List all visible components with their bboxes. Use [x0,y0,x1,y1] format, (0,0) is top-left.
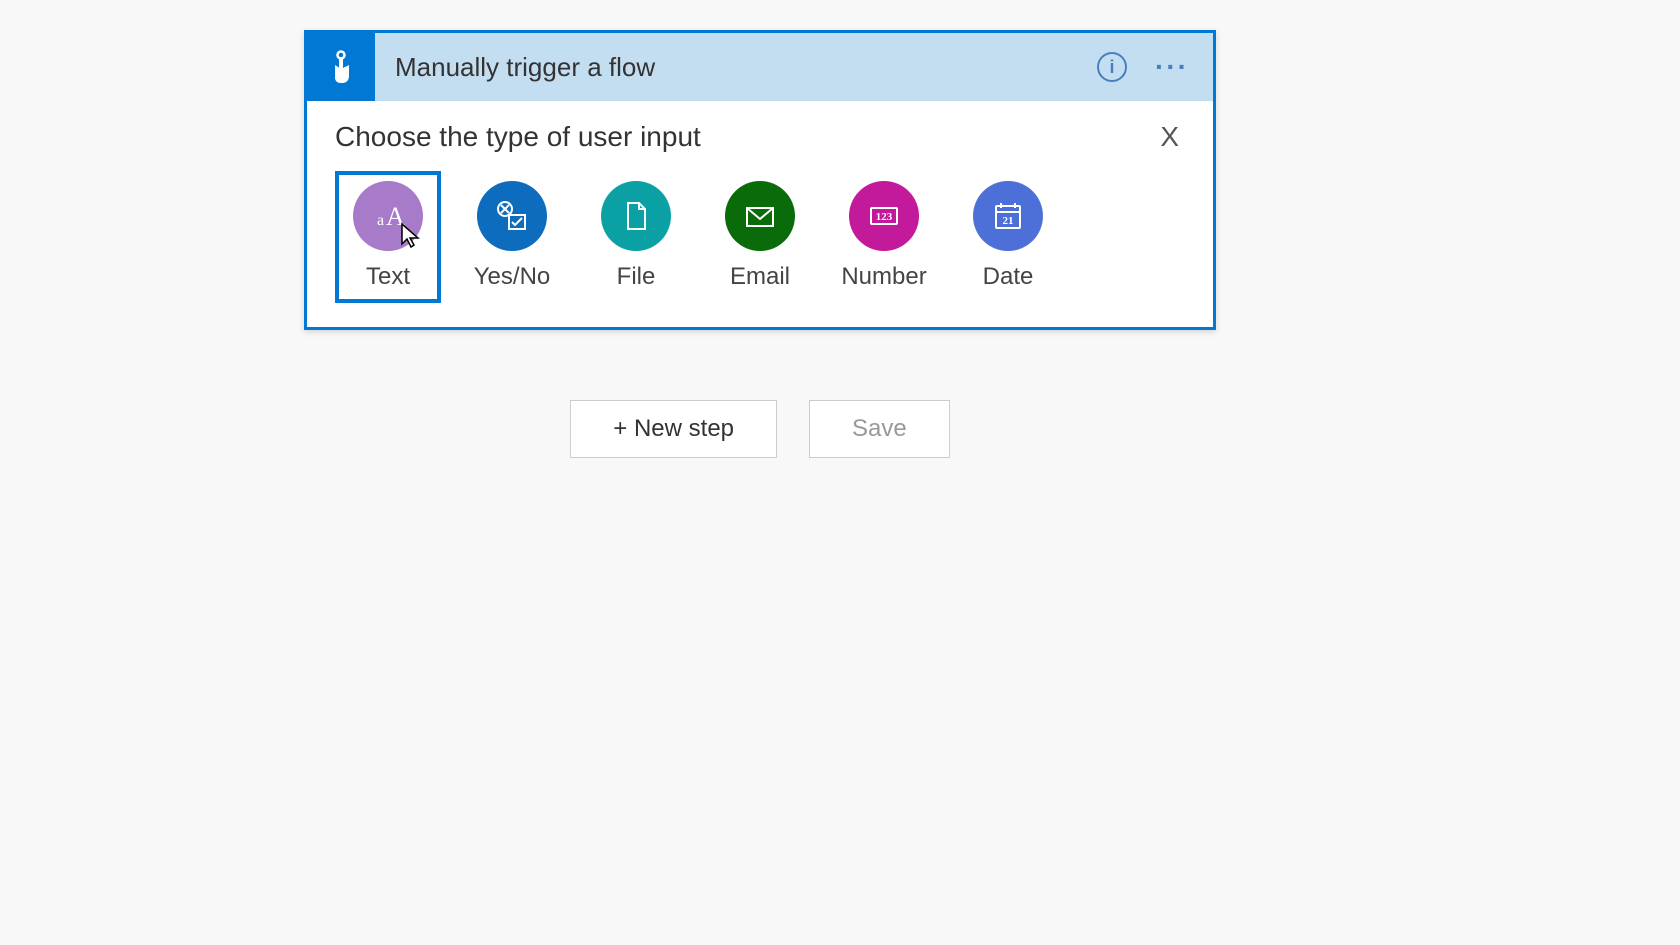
email-icon [725,181,795,251]
date-icon: 21 [973,181,1043,251]
trigger-card: Manually trigger a flow i ··· Choose the… [304,30,1216,330]
trigger-header[interactable]: Manually trigger a flow i ··· [307,33,1213,101]
svg-text:21: 21 [1003,215,1014,227]
more-options-icon[interactable]: ··· [1155,53,1189,81]
trigger-title: Manually trigger a flow [375,52,1097,83]
trigger-body: Choose the type of user input X a A Text [307,101,1213,327]
input-type-text[interactable]: a A Text [335,171,441,303]
input-type-label: Email [730,263,790,291]
new-step-button[interactable]: + New step [570,400,777,458]
choose-input-title: Choose the type of user input [335,121,701,153]
input-type-label: Number [841,263,926,291]
save-button[interactable]: Save [809,400,950,458]
svg-text:123: 123 [876,211,893,223]
input-type-label: Text [366,263,410,291]
flow-canvas: Manually trigger a flow i ··· Choose the… [0,0,1680,945]
input-type-file[interactable]: File [583,171,689,303]
input-type-label: File [617,263,656,291]
close-icon[interactable]: X [1160,121,1185,153]
input-type-label: Date [983,263,1034,291]
input-type-date[interactable]: 21 Date [955,171,1061,303]
svg-text:A: A [386,202,405,231]
text-icon: a A [353,181,423,251]
input-type-label: Yes/No [474,263,551,291]
number-icon: 123 [849,181,919,251]
input-type-yesno[interactable]: Yes/No [459,171,565,303]
input-type-email[interactable]: Email [707,171,813,303]
action-buttons: + New step Save [570,400,949,458]
file-icon [601,181,671,251]
input-type-list: a A Text [335,171,1185,303]
input-type-number[interactable]: 123 Number [831,171,937,303]
yesno-icon [477,181,547,251]
manual-trigger-icon [307,33,375,101]
info-icon[interactable]: i [1097,52,1127,82]
svg-text:a: a [377,212,384,229]
